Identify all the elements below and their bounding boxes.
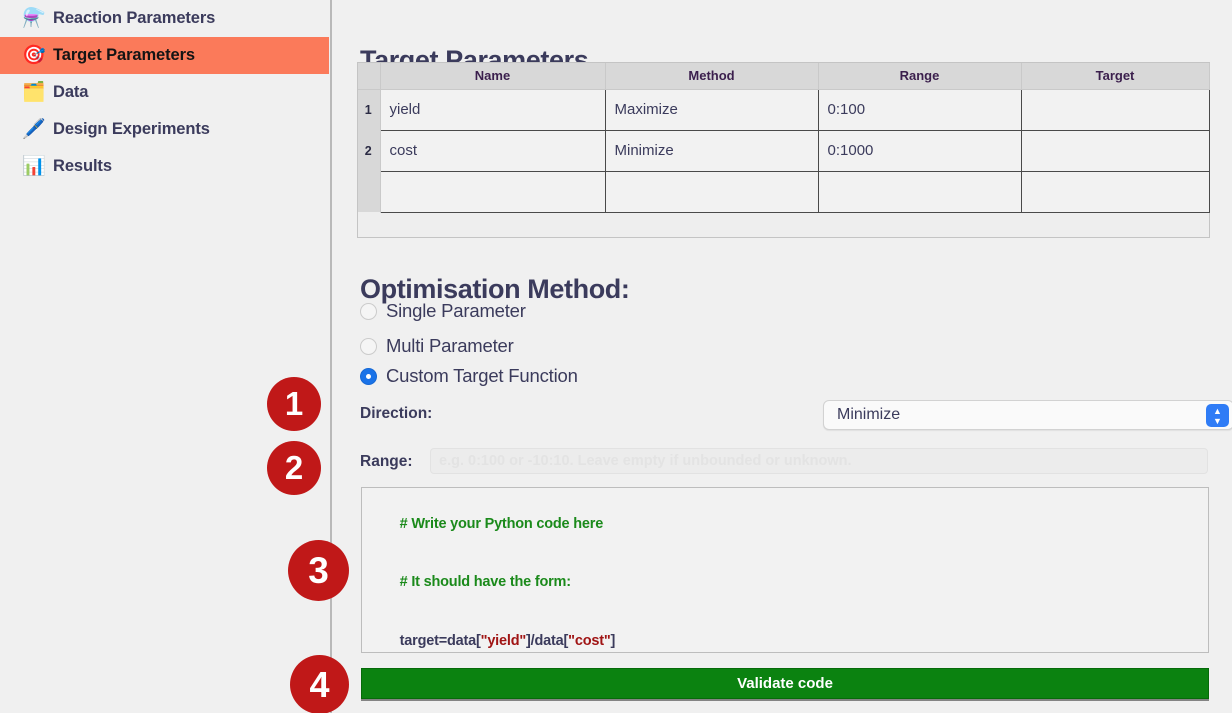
cell-name[interactable] [379,170,606,213]
code-token: target=data[ [399,632,481,649]
radio-single-parameter[interactable]: Single Parameter [360,300,526,322]
target-icon: 🎯 [22,45,46,66]
bar-chart-icon: 📊 [22,156,46,177]
validate-code-button[interactable]: Validate code [361,668,1209,699]
code-token: "cost" [568,632,611,649]
table-row[interactable]: 1 yield Maximize 0:100 [358,88,1210,131]
code-line: # It should have the form: [369,554,1208,613]
code-line: # Write your Python code here [369,495,1208,554]
radio-label: Single Parameter [386,300,526,321]
cell-method[interactable]: Minimize [604,129,819,172]
code-line: target=data["yield"]/data["cost"] [369,612,1208,652]
radio-custom-target-function[interactable]: Custom Target Function [360,365,578,387]
annotation-badge-4: 4 [290,655,349,713]
table-row[interactable]: 2 cost Minimize 0:1000 [358,129,1210,172]
sidebar-item-target-parameters[interactable]: 🎯 Target Parameters [0,37,329,74]
cell-target[interactable] [1020,88,1210,131]
table-header-method[interactable]: Method [604,63,819,90]
cell-range[interactable]: 0:1000 [817,129,1022,172]
range-label: Range: [360,453,413,470]
sidebar-item-results[interactable]: 📊 Results [0,148,329,185]
radio-label: Custom Target Function [386,365,578,386]
sidebar-item-label: Data [53,83,89,101]
direction-selected-value: Minimize [837,406,901,423]
row-index-cell: 1 [358,89,381,130]
code-token: ] [610,632,616,649]
python-code-editor[interactable]: # Write your Python code here # It shoul… [361,487,1209,653]
code-token: "yield" [480,632,527,649]
main-content-panel: Target Parameters Name Method Range Targ… [332,0,1232,713]
cell-method[interactable]: Maximize [604,88,819,131]
sidebar-item-data[interactable]: 🗂️ Data [0,74,329,111]
direction-select[interactable]: Minimize ▲ ▼ [823,400,1232,430]
range-input[interactable]: e.g. 0:100 or -10:10. Leave empty if unb… [430,448,1208,474]
code-token: # It should have the form: [399,574,571,590]
cell-range[interactable] [817,170,1022,213]
annotation-badge-1: 1 [267,377,321,431]
code-token: # Write your Python code here [399,515,604,532]
table-header-range[interactable]: Range [817,63,1022,90]
sidebar-navigation: ⚗️ Reaction Parameters 🎯 Target Paramete… [0,0,329,713]
sidebar-item-label: Design Experiments [53,120,210,138]
direction-label: Direction: [360,405,433,422]
sidebar-item-reaction-parameters[interactable]: ⚗️ Reaction Parameters [0,0,329,37]
radio-label: Multi Parameter [386,335,514,356]
flask-icon: ⚗️ [22,8,46,29]
table-header-row: Name Method Range Target [358,63,1210,90]
row-index-cell [358,171,381,212]
table-row[interactable] [358,170,1210,213]
table-header-name[interactable]: Name [379,63,606,90]
range-field-row: Range: e.g. 0:100 or -10:10. Leave empty… [360,448,1208,474]
radio-multi-parameter[interactable]: Multi Parameter [360,335,514,357]
cell-name[interactable]: cost [379,129,606,172]
range-placeholder-text: e.g. 0:100 or -10:10. Leave empty if unb… [439,453,852,469]
cell-target[interactable] [1020,170,1210,213]
sidebar-item-label: Reaction Parameters [53,9,216,27]
cell-method[interactable] [604,170,819,213]
cell-range[interactable]: 0:100 [817,88,1022,131]
annotation-badge-2: 2 [267,441,321,495]
sidebar-item-design-experiments[interactable]: 🖊️ Design Experiments [0,111,329,148]
radio-button-selected-icon[interactable] [360,367,377,385]
table-header-target[interactable]: Target [1020,63,1210,90]
annotation-badge-3: 3 [288,540,349,601]
direction-field-row: Direction: Minimize ▲ ▼ [360,400,1232,430]
cell-name[interactable]: yield [379,88,606,131]
target-parameters-table: Name Method Range Target 1 yield Maximiz… [358,63,1210,213]
target-parameters-table-container: Name Method Range Target 1 yield Maximiz… [357,62,1210,238]
application-window: ⚗️ Reaction Parameters 🎯 Target Paramete… [0,0,1232,713]
sidebar-item-label: Results [53,157,112,175]
sidebar-item-label: Target Parameters [53,46,195,64]
row-index-cell: 2 [358,130,381,171]
code-token: ]/data[ [526,632,569,649]
chevron-up-down-icon[interactable]: ▲ ▼ [1206,404,1229,427]
file-folders-icon: 🗂️ [22,82,46,103]
cell-target[interactable] [1020,129,1210,172]
radio-button-icon[interactable] [360,337,377,355]
radio-button-icon[interactable] [360,302,377,320]
pencil-cup-icon: 🖊️ [22,119,46,140]
table-header-index [358,63,381,90]
